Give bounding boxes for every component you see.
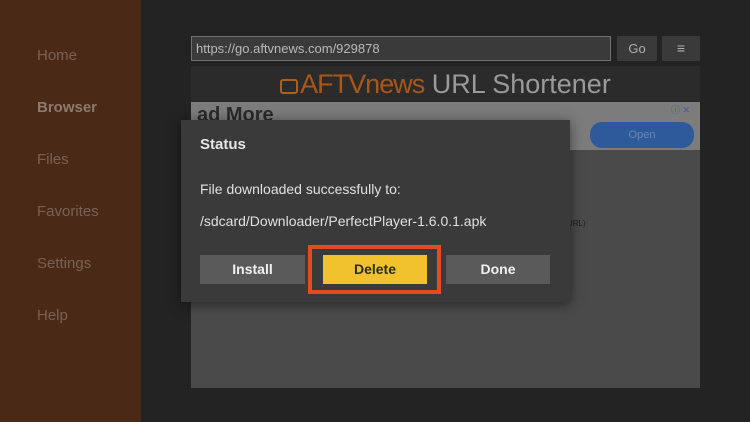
ad-open-button[interactable]: Open <box>590 122 694 148</box>
install-button[interactable]: Install <box>200 255 305 284</box>
sidebar-item-help[interactable]: Help <box>37 307 68 324</box>
site-brand: AFTVnews <box>300 69 425 99</box>
dialog-title: Status <box>200 136 246 153</box>
done-button[interactable]: Done <box>446 255 550 284</box>
sidebar-item-files[interactable]: Files <box>37 151 69 168</box>
site-title: AFTVnews URL Shortener <box>300 66 611 102</box>
site-title-rest: URL Shortener <box>424 69 611 99</box>
dialog-file-path: /sdcard/Downloader/PerfectPlayer-1.6.0.1… <box>200 213 487 229</box>
sidebar: Home Browser Files Favorites Settings He… <box>0 0 141 422</box>
site-header: AFTVnews URL Shortener <box>191 66 700 102</box>
menu-icon[interactable]: ≡ <box>662 36 700 61</box>
sidebar-item-favorites[interactable]: Favorites <box>37 203 99 220</box>
sidebar-item-home[interactable]: Home <box>37 47 77 64</box>
delete-button[interactable]: Delete <box>323 255 427 284</box>
url-input[interactable]: https://go.aftvnews.com/929878 <box>191 36 611 61</box>
sidebar-item-browser[interactable]: Browser <box>37 99 97 116</box>
ad-close-icon[interactable]: ⓘ ✕ <box>671 103 690 116</box>
sidebar-item-settings[interactable]: Settings <box>37 255 91 272</box>
tv-logo-icon <box>280 79 299 95</box>
go-button[interactable]: Go <box>617 36 657 61</box>
dialog-message: File downloaded successfully to: <box>200 181 401 197</box>
